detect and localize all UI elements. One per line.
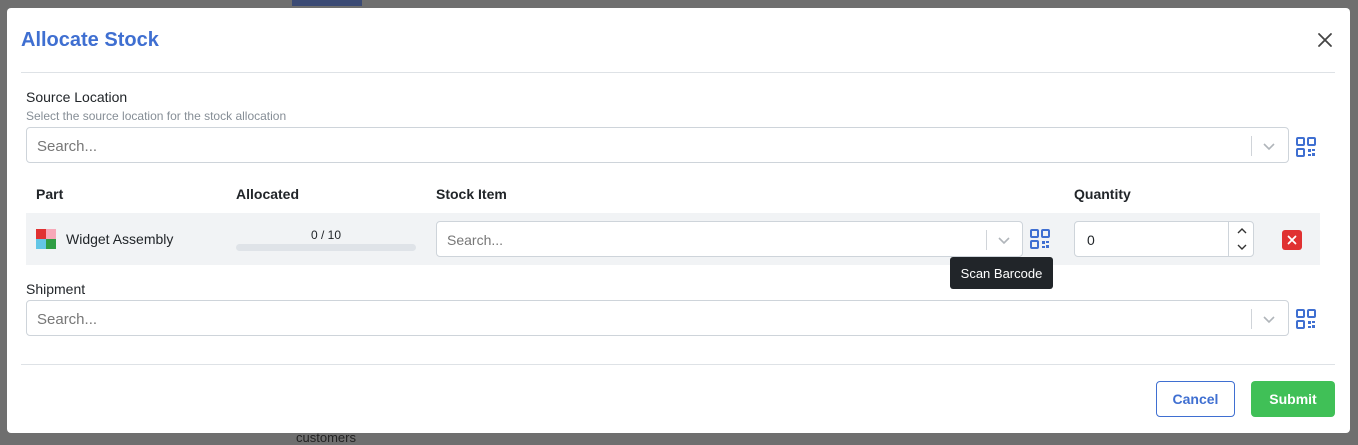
source-location-description: Select the source location for the stock… (26, 109, 287, 123)
part-name[interactable]: Widget Assembly (66, 231, 173, 247)
column-header-allocated: Allocated (236, 186, 300, 202)
stock-item-placeholder: Search... (447, 232, 504, 248)
column-header-quantity: Quantity (1074, 186, 1131, 202)
submit-button[interactable]: Submit (1251, 381, 1335, 417)
select-separator (986, 230, 987, 250)
shipment-label: Shipment (26, 281, 86, 297)
shipment-select[interactable]: Search... (26, 300, 1289, 336)
dialog-title: Allocate Stock (21, 29, 159, 51)
delete-row-button[interactable] (1282, 230, 1302, 250)
quantity-value[interactable]: 0 (1087, 232, 1095, 248)
source-location-label: Source Location (26, 89, 128, 105)
qr-code-icon[interactable] (1295, 136, 1317, 158)
source-location-placeholder: Search... (37, 138, 98, 155)
chevron-down-icon[interactable] (1260, 137, 1278, 155)
source-location-select[interactable]: Search... (26, 127, 1289, 163)
background-tab-indicator (292, 0, 362, 6)
quantity-stepper[interactable]: 0 (1074, 221, 1254, 257)
decrement-button[interactable] (1233, 239, 1251, 255)
chevron-down-icon[interactable] (995, 231, 1013, 249)
allocated-text: 0 / 10 (310, 228, 342, 242)
delete-icon (1287, 235, 1297, 245)
select-separator (1251, 309, 1252, 329)
header-divider (21, 72, 1335, 73)
footer-divider (21, 364, 1335, 365)
stock-item-select[interactable]: Search... (436, 221, 1023, 257)
column-header-part: Part (36, 186, 64, 202)
chevron-down-icon[interactable] (1260, 310, 1278, 328)
select-separator (1251, 136, 1252, 156)
column-header-stock-item: Stock Item (436, 186, 507, 202)
shipment-placeholder: Search... (37, 311, 98, 328)
stepper-separator (1228, 222, 1229, 256)
close-button[interactable] (1313, 28, 1337, 52)
caret-down-icon (1237, 244, 1247, 250)
part-thumbnail-icon (36, 229, 56, 249)
allocate-stock-dialog: Allocate Stock Source Location Select th… (7, 8, 1350, 433)
caret-up-icon (1237, 228, 1247, 234)
qr-code-icon[interactable] (1295, 308, 1317, 330)
scan-barcode-tooltip: Scan Barcode (950, 257, 1053, 289)
close-icon (1318, 33, 1332, 47)
increment-button[interactable] (1233, 223, 1251, 239)
cancel-button[interactable]: Cancel (1156, 381, 1235, 417)
qr-code-icon[interactable] (1029, 228, 1051, 250)
allocation-progress-bar (236, 244, 416, 251)
